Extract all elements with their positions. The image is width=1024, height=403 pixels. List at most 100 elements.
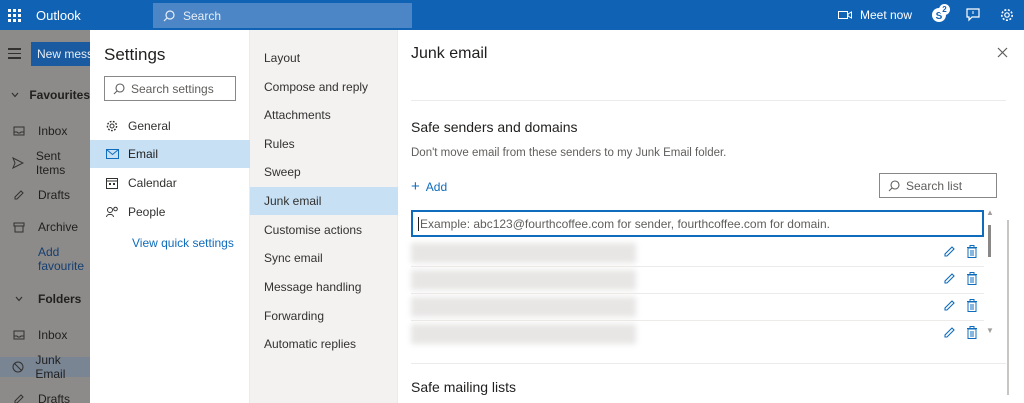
nav-item-archive[interactable]: Archive: [0, 217, 90, 237]
skype-button[interactable]: S 2: [922, 0, 956, 30]
redacted-entry: [411, 324, 636, 344]
subsection-message-handling[interactable]: Message handling: [250, 273, 398, 301]
redacted-entry: [411, 270, 636, 290]
send-icon: [0, 157, 36, 169]
settings-search-placeholder: Search settings: [131, 81, 214, 96]
add-label: Add: [425, 180, 448, 194]
subsection-automatic-replies[interactable]: Automatic replies: [250, 330, 398, 358]
subsection-layout[interactable]: Layout: [250, 44, 398, 72]
nav-item-folder-drafts[interactable]: Drafts: [0, 389, 90, 403]
hamburger-icon[interactable]: [8, 48, 21, 62]
delete-icon[interactable]: [966, 272, 978, 285]
inbox-icon: [0, 125, 38, 137]
subsection-attachments[interactable]: Attachments: [250, 101, 398, 129]
divider: [411, 100, 1006, 101]
meet-now-label: Meet now: [859, 8, 912, 22]
video-camera-icon: [837, 11, 852, 19]
nav-favourites-heading[interactable]: Favourites: [0, 85, 90, 105]
category-general[interactable]: General: [90, 112, 250, 140]
category-label: Calendar: [128, 176, 177, 190]
safe-sender-row: [411, 320, 984, 348]
safe-mailing-lists-title: Safe mailing lists: [411, 379, 517, 395]
close-icon: [997, 47, 1008, 58]
scroll-down-icon[interactable]: ▼: [986, 326, 994, 335]
search-list-placeholder: Search list: [906, 178, 963, 193]
view-quick-settings-link[interactable]: View quick settings: [132, 236, 234, 250]
global-search-placeholder: Search: [183, 8, 222, 23]
pane-scrollbar[interactable]: [1007, 220, 1009, 395]
nav-item-label: Archive: [38, 220, 79, 234]
feedback-icon: [966, 8, 980, 22]
pencil-icon: [0, 393, 38, 403]
app-launcher-button[interactable]: [0, 0, 28, 30]
category-people[interactable]: People: [90, 198, 250, 226]
meet-now-button[interactable]: Meet now: [837, 8, 912, 22]
junk-email-pane: Junk email Safe senders and domains Don'…: [398, 30, 1024, 403]
mail-icon: [106, 149, 128, 159]
safe-senders-description: Don't move email from these senders to m…: [411, 147, 727, 159]
edit-icon[interactable]: [943, 326, 956, 339]
people-icon: [106, 206, 128, 218]
search-icon: [113, 82, 125, 94]
divider: [411, 363, 1006, 364]
calendar-icon: [106, 177, 128, 189]
category-label: Email: [128, 147, 159, 161]
nav-item-label: Folders: [38, 292, 82, 306]
gear-icon: [1001, 9, 1013, 21]
edit-icon[interactable]: [943, 272, 956, 285]
list-scrollbar-thumb[interactable]: [988, 225, 991, 257]
nav-item-folder-inbox[interactable]: Inbox: [0, 325, 90, 345]
nav-item-inbox[interactable]: Inbox: [0, 121, 90, 141]
edit-icon[interactable]: [943, 245, 956, 258]
category-calendar[interactable]: Calendar: [90, 169, 250, 197]
nav-item-sent[interactable]: Sent Items: [0, 149, 90, 177]
blocked-icon: [0, 361, 35, 373]
global-search-box[interactable]: Search: [153, 3, 412, 28]
left-navigation: New message Favourites Inbox Sent Items …: [0, 30, 101, 403]
subsection-sync-email[interactable]: Sync email: [250, 244, 398, 272]
nav-item-label: Inbox: [38, 328, 68, 342]
text-caret: [418, 216, 419, 231]
scroll-up-icon[interactable]: ▲: [986, 208, 994, 217]
subsection-forwarding[interactable]: Forwarding: [250, 302, 398, 330]
settings-dialog: Settings Search settings General Email C…: [90, 30, 1024, 403]
category-label: General: [128, 119, 171, 133]
top-bar: Outlook Search Meet now S 2: [0, 0, 1024, 30]
notification-badge: 2: [939, 4, 950, 15]
subsection-rules[interactable]: Rules: [250, 130, 398, 158]
search-icon: [888, 179, 900, 191]
nav-item-label: Favourites: [29, 88, 90, 102]
category-email[interactable]: Email: [90, 140, 250, 168]
delete-icon[interactable]: [966, 299, 978, 312]
safe-senders-title: Safe senders and domains: [411, 119, 578, 135]
nav-item-label: Drafts: [38, 188, 71, 202]
close-button[interactable]: [997, 47, 1008, 61]
safe-sender-row: [411, 293, 984, 321]
nav-item-junk-email[interactable]: Junk Email: [0, 353, 90, 381]
app-brand[interactable]: Outlook: [36, 8, 81, 23]
redacted-entry: [411, 297, 636, 317]
feedback-button[interactable]: [956, 0, 990, 30]
search-list-input[interactable]: Search list: [879, 173, 997, 198]
chevron-down-icon: [0, 294, 38, 304]
edit-icon[interactable]: [943, 299, 956, 312]
subsection-customise-actions[interactable]: Customise actions: [250, 216, 398, 244]
gear-icon: [106, 120, 128, 132]
category-label: People: [128, 205, 166, 219]
search-icon: [163, 9, 175, 21]
pane-title: Junk email: [411, 45, 488, 62]
add-safe-sender-button[interactable]: + Add: [411, 179, 448, 194]
safe-sender-input[interactable]: Example: abc123@fourthcoffee.com for sen…: [411, 210, 984, 237]
waffle-icon: [7, 8, 21, 22]
subsection-compose-reply[interactable]: Compose and reply: [250, 73, 398, 101]
nav-item-label: Inbox: [38, 124, 68, 138]
delete-icon[interactable]: [966, 245, 978, 258]
subsection-junk-email[interactable]: Junk email: [250, 187, 398, 215]
nav-folders-heading[interactable]: Folders: [0, 289, 90, 309]
add-favourite-link[interactable]: Add favourite: [0, 245, 90, 273]
subsection-sweep[interactable]: Sweep: [250, 158, 398, 186]
settings-search-input[interactable]: Search settings: [104, 76, 236, 101]
nav-item-drafts[interactable]: Drafts: [0, 185, 90, 205]
delete-icon[interactable]: [966, 326, 978, 339]
settings-button[interactable]: [990, 0, 1024, 30]
